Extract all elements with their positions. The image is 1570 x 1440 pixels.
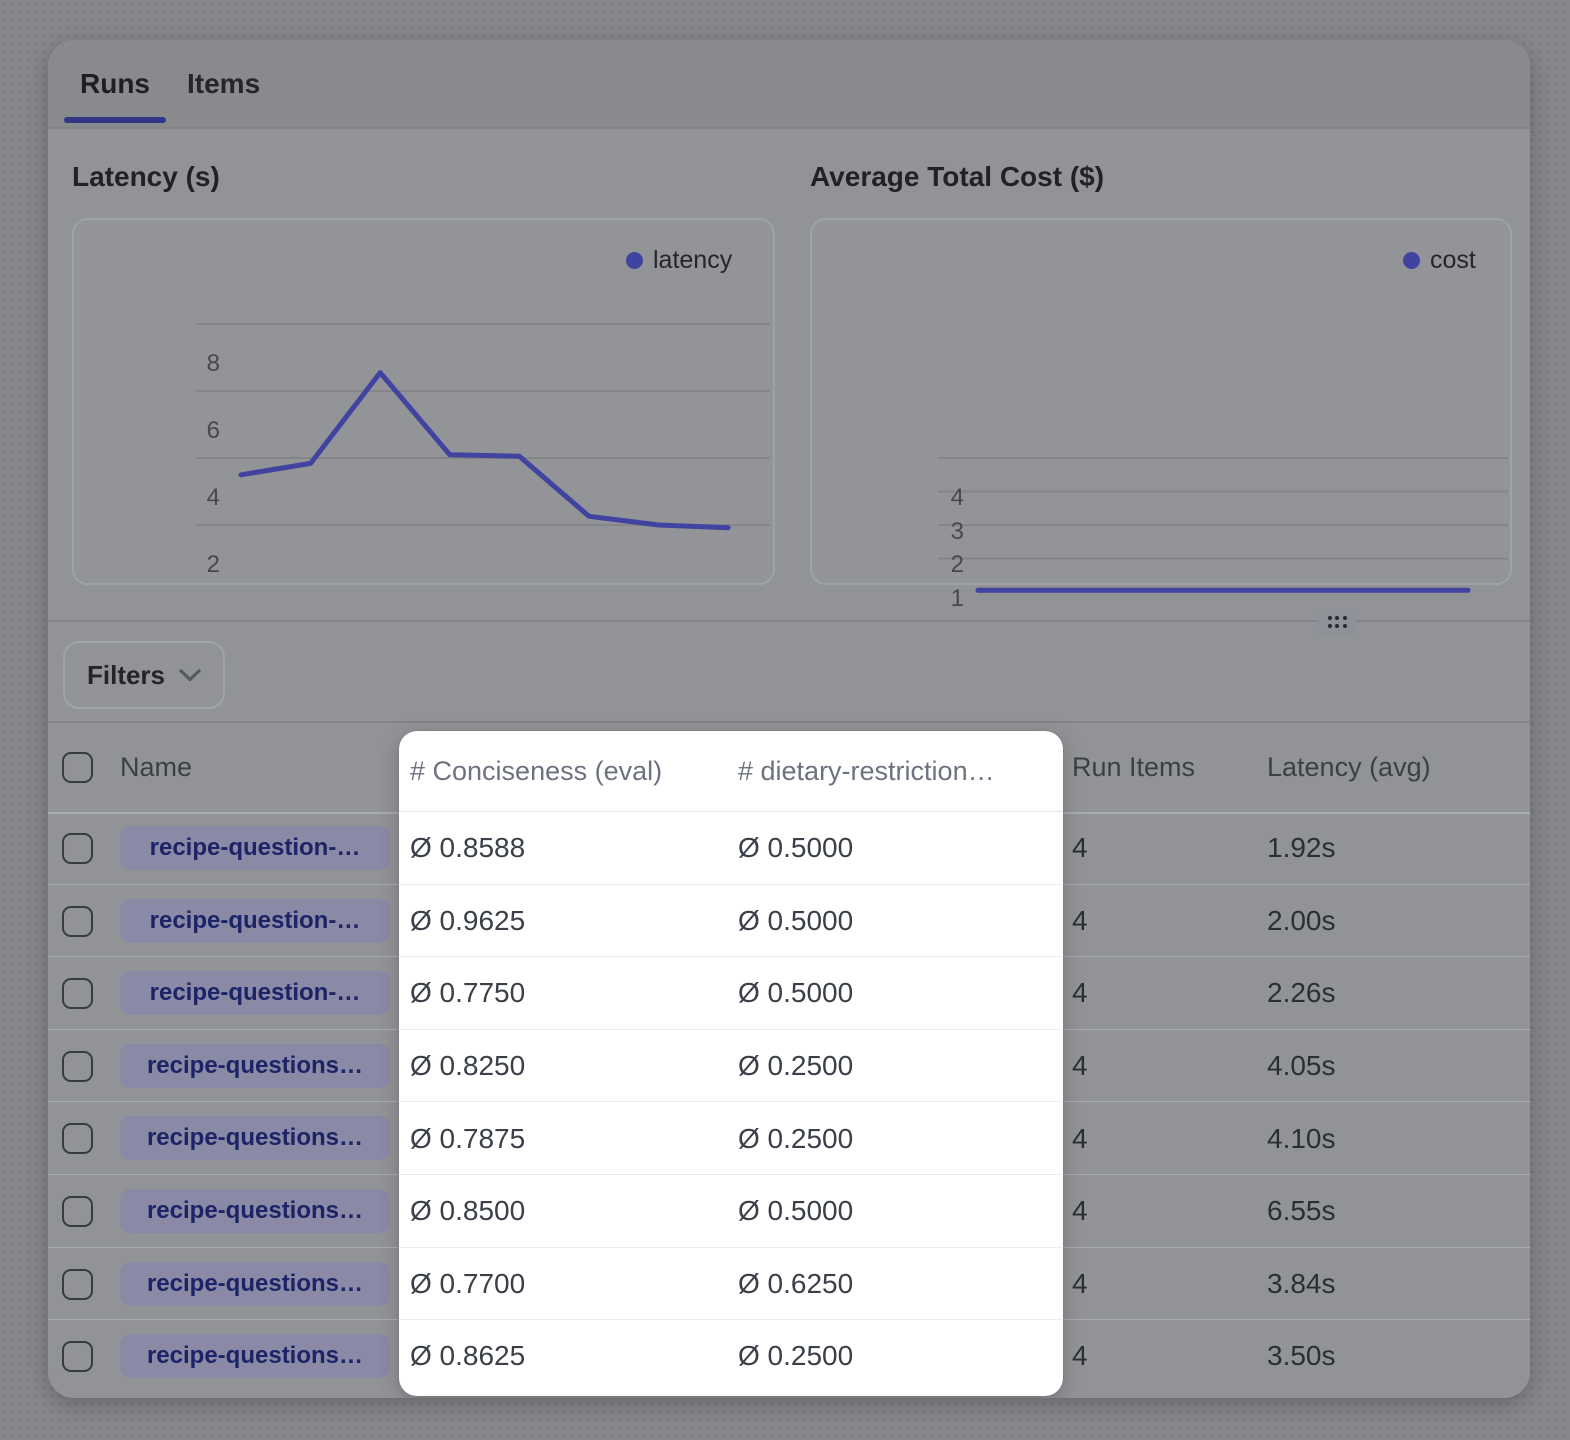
y-tick-label: 6 <box>160 417 220 445</box>
cell-latency-avg: 2.26s <box>1267 957 1336 1030</box>
cell-latency-avg: 4.05s <box>1267 1030 1336 1103</box>
cell-latency-avg: 3.84s <box>1267 1248 1336 1321</box>
cell-run-items: 4 <box>1072 1248 1088 1321</box>
active-tab-underline <box>64 117 166 123</box>
charts-section-divider <box>48 620 1530 622</box>
run-name-pill[interactable]: recipe-question-… <box>120 971 390 1015</box>
highlighted-columns-overlay: # Conciseness (eval) # dietary-restricti… <box>399 731 1063 1396</box>
y-tick-label: 1 <box>904 585 964 613</box>
column-header-name: Name <box>120 722 192 812</box>
cell-run-items: 4 <box>1072 957 1088 1030</box>
cell-conciseness: Ø 0.7700 <box>410 1248 525 1321</box>
cell-dietary-restriction: Ø 0.5000 <box>738 957 853 1030</box>
tab-bar: Runs Items <box>48 40 1530 128</box>
filters-button[interactable]: Filters <box>63 641 225 709</box>
cell-dietary-restriction: Ø 0.2500 <box>738 1030 853 1103</box>
cost-legend: cost <box>1403 246 1476 275</box>
latency-legend: latency <box>626 246 732 275</box>
y-tick-label: 4 <box>904 484 964 512</box>
cell-run-items: 4 <box>1072 1175 1088 1248</box>
cell-latency-avg: 6.55s <box>1267 1175 1336 1248</box>
cell-latency-avg: 1.92s <box>1267 812 1336 885</box>
highlighted-row: Ø 0.7700 Ø 0.6250 <box>399 1248 1063 1321</box>
latency-chart-title: Latency (s) <box>72 161 220 193</box>
highlighted-row: Ø 0.8588 Ø 0.5000 <box>399 812 1063 885</box>
row-checkbox[interactable] <box>62 978 93 1009</box>
latency-line-chart <box>72 218 775 598</box>
filters-button-label: Filters <box>87 660 165 691</box>
tab-runs[interactable]: Runs <box>80 40 150 128</box>
highlighted-row: Ø 0.8250 Ø 0.2500 <box>399 1030 1063 1103</box>
row-checkbox[interactable] <box>62 906 93 937</box>
cell-conciseness: Ø 0.8625 <box>410 1320 525 1393</box>
latency-legend-label: latency <box>653 246 732 275</box>
cell-latency-avg: 3.50s <box>1267 1320 1336 1393</box>
cell-conciseness: Ø 0.7875 <box>410 1102 525 1175</box>
cell-dietary-restriction: Ø 0.5000 <box>738 812 853 885</box>
cell-latency-avg: 4.10s <box>1267 1102 1336 1175</box>
column-header-latency-avg: Latency (avg) <box>1267 722 1431 812</box>
run-name-pill[interactable]: recipe-questions… <box>120 1334 390 1378</box>
cell-conciseness: Ø 0.8588 <box>410 812 525 885</box>
cost-legend-label: cost <box>1430 246 1476 275</box>
run-name-pill[interactable]: recipe-questions… <box>120 1262 390 1306</box>
highlighted-table-body: Ø 0.8588Ø 0.5000Ø 0.9625Ø 0.5000Ø 0.7750… <box>399 812 1063 1393</box>
run-name-pill[interactable]: recipe-questions… <box>120 1116 390 1160</box>
highlighted-header-row: # Conciseness (eval) # dietary-restricti… <box>399 731 1063 812</box>
column-header-run-items: Run Items <box>1072 722 1195 812</box>
highlighted-row: Ø 0.7875 Ø 0.2500 <box>399 1102 1063 1175</box>
cell-dietary-restriction: Ø 0.2500 <box>738 1320 853 1393</box>
row-checkbox[interactable] <box>62 1051 93 1082</box>
drag-dots-icon <box>1328 616 1347 628</box>
tab-items[interactable]: Items <box>187 40 260 128</box>
row-checkbox[interactable] <box>62 1123 93 1154</box>
highlighted-row: Ø 0.7750 Ø 0.5000 <box>399 957 1063 1030</box>
cell-conciseness: Ø 0.9625 <box>410 885 525 958</box>
row-checkbox[interactable] <box>62 1196 93 1227</box>
runs-panel: Runs Items Latency (s) Average Total Cos… <box>48 40 1530 1398</box>
cell-conciseness: Ø 0.8500 <box>410 1175 525 1248</box>
run-name-pill[interactable]: recipe-questions… <box>120 1044 390 1088</box>
cell-latency-avg: 2.00s <box>1267 885 1336 958</box>
cell-run-items: 4 <box>1072 1030 1088 1103</box>
latency-legend-dot-icon <box>626 252 643 269</box>
column-header-conciseness: # Conciseness (eval) <box>410 731 662 812</box>
run-name-pill[interactable]: recipe-questions… <box>120 1189 390 1233</box>
y-tick-label: 4 <box>160 484 220 512</box>
cell-run-items: 4 <box>1072 812 1088 885</box>
tabs-divider <box>48 127 1530 129</box>
panel-resize-handle[interactable] <box>1318 608 1356 636</box>
cell-dietary-restriction: Ø 0.2500 <box>738 1102 853 1175</box>
chevron-down-icon <box>179 669 201 682</box>
cell-run-items: 4 <box>1072 1102 1088 1175</box>
highlighted-row: Ø 0.9625 Ø 0.5000 <box>399 885 1063 958</box>
row-checkbox[interactable] <box>62 1269 93 1300</box>
y-tick-label: 2 <box>904 551 964 579</box>
cost-legend-dot-icon <box>1403 252 1420 269</box>
select-all-checkbox[interactable] <box>62 752 93 783</box>
cost-chart-title: Average Total Cost ($) <box>810 161 1104 193</box>
run-name-pill[interactable]: recipe-question-… <box>120 826 390 870</box>
run-name-pill[interactable]: recipe-question-… <box>120 899 390 943</box>
y-tick-label: 3 <box>904 518 964 546</box>
highlighted-row: Ø 0.8500 Ø 0.5000 <box>399 1175 1063 1248</box>
cell-dietary-restriction: Ø 0.6250 <box>738 1248 853 1321</box>
y-tick-label: 2 <box>160 551 220 579</box>
row-checkbox[interactable] <box>62 833 93 864</box>
row-checkbox[interactable] <box>62 1341 93 1372</box>
column-header-dietary-restriction: # dietary-restriction… <box>738 731 995 812</box>
cell-conciseness: Ø 0.7750 <box>410 957 525 1030</box>
cell-dietary-restriction: Ø 0.5000 <box>738 1175 853 1248</box>
cell-conciseness: Ø 0.8250 <box>410 1030 525 1103</box>
cell-run-items: 4 <box>1072 1320 1088 1393</box>
dimmed-page-background: Runs Items Latency (s) Average Total Cos… <box>0 0 1570 1440</box>
y-tick-label: 8 <box>160 350 220 378</box>
cell-run-items: 4 <box>1072 885 1088 958</box>
cell-dietary-restriction: Ø 0.5000 <box>738 885 853 958</box>
highlighted-row: Ø 0.8625 Ø 0.2500 <box>399 1320 1063 1393</box>
